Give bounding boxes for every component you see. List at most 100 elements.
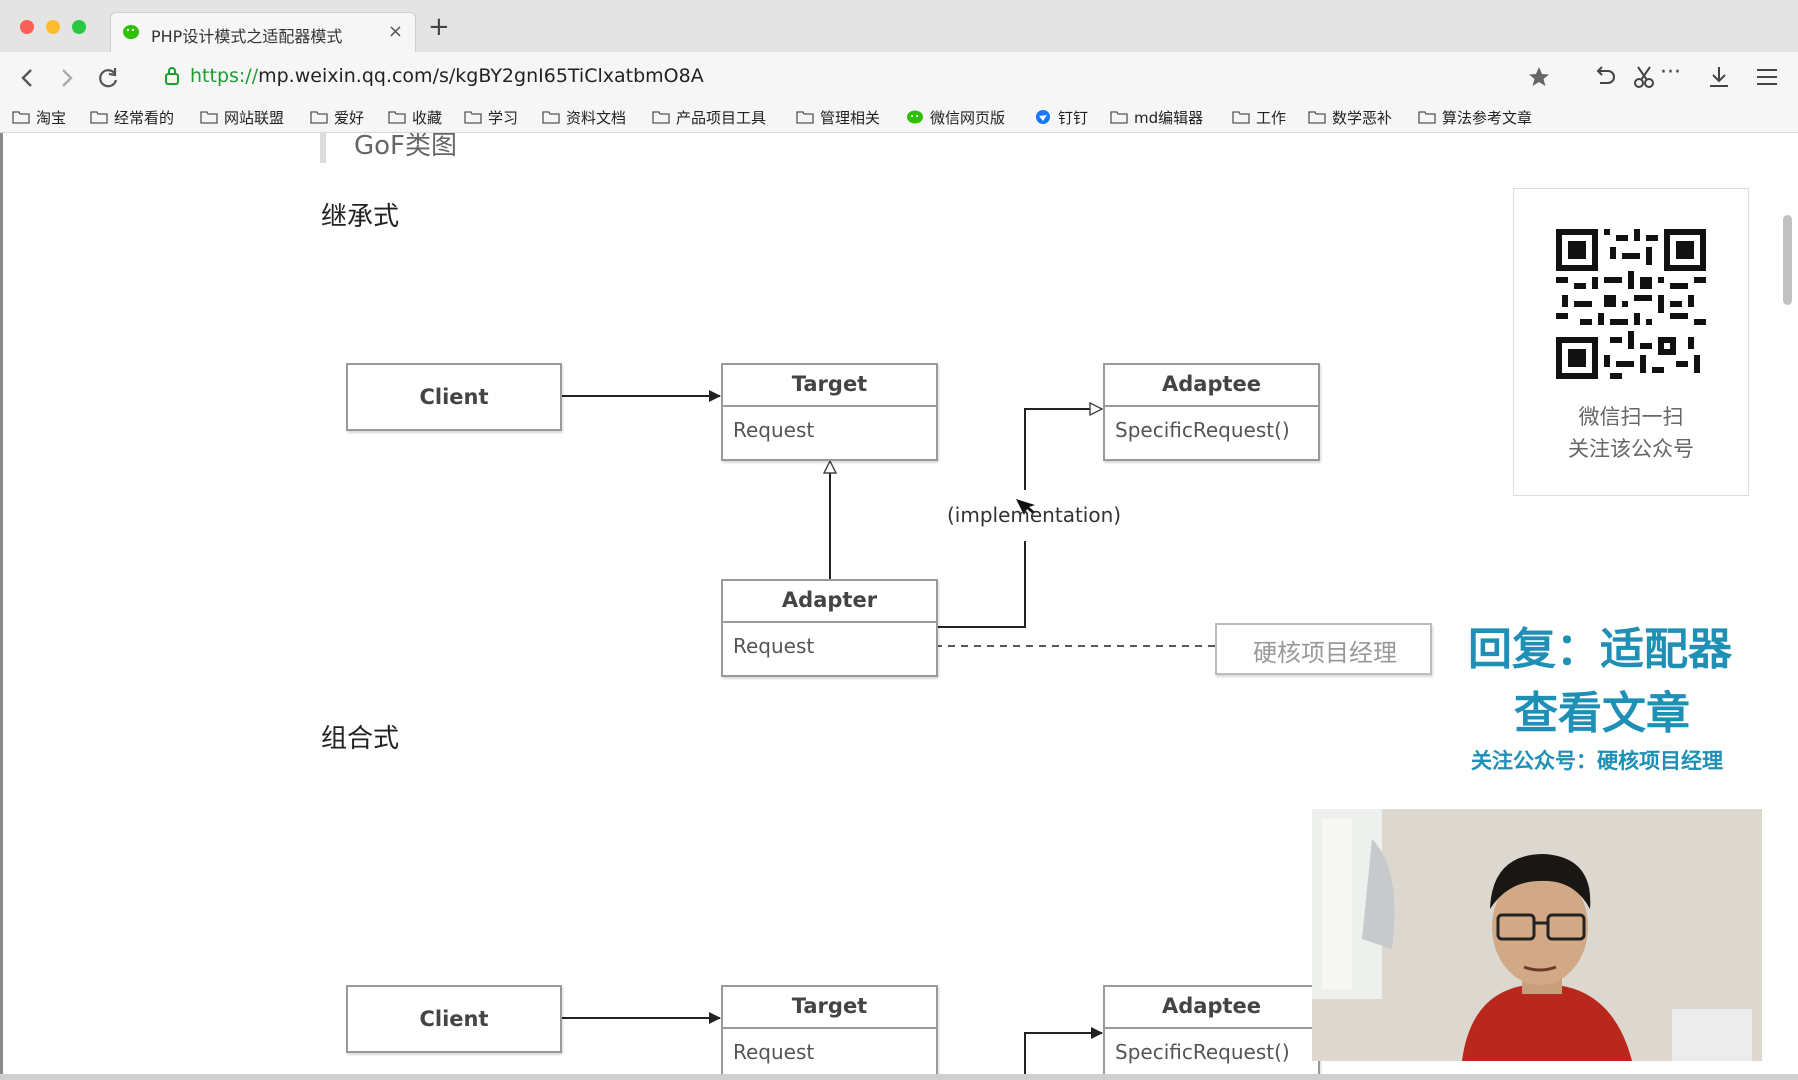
promo-read-text: 查看文章 [1514, 688, 1690, 739]
bookmark-wechat-web[interactable]: 微信网页版 [906, 106, 1005, 128]
wechat-icon [123, 25, 139, 39]
scissors-icon[interactable] [1630, 62, 1660, 92]
bookmark-product-tools[interactable]: 产品项目工具 [652, 106, 766, 128]
section-title-composition: 组合式 [321, 724, 400, 754]
bookmark-label: 学习 [488, 108, 519, 127]
uml-adaptee-box: Adaptee SpecificRequest() [1103, 363, 1320, 461]
tab-title: PHP设计模式之适配器模式 [151, 27, 343, 46]
webcam-video-overlay [1312, 809, 1762, 1061]
folder-icon [1232, 111, 1250, 124]
tab-close-button[interactable]: × [388, 21, 403, 42]
bookmark-often-viewed[interactable]: 经常看的 [90, 106, 174, 128]
uml-note-box: 硬核项目经理 [1215, 623, 1432, 675]
folder-icon [200, 111, 218, 124]
url-path: mp.weixin.qq.com/s/kgBY2gnI65TiClxatbmO8… [258, 65, 704, 87]
more-options-button[interactable]: ··· [1660, 60, 1681, 85]
uml-client-name: Client [419, 1007, 489, 1031]
active-tab[interactable]: PHP设计模式之适配器模式 × [110, 12, 416, 52]
bookmark-label: 资料文档 [566, 108, 627, 127]
folder-icon [1308, 111, 1326, 124]
undo-icon[interactable] [1590, 62, 1620, 92]
uml-target-name: Target [791, 372, 868, 396]
new-tab-button[interactable]: + [428, 14, 450, 40]
forward-icon[interactable] [52, 64, 80, 92]
bookmark-hobbies[interactable]: 爱好 [310, 106, 364, 128]
bookmark-site-alliance[interactable]: 网站联盟 [200, 106, 284, 128]
download-icon[interactable] [1704, 62, 1734, 92]
bookmark-taobao[interactable]: 淘宝 [12, 106, 66, 128]
uml-adapter-box: Adapter Request [721, 579, 938, 677]
promo-reply-text: 回复：适配器 [1468, 624, 1732, 675]
folder-icon [388, 111, 406, 124]
folder-icon [652, 111, 670, 124]
uml-adapter-op: Request [733, 634, 815, 658]
bookmark-label: 产品项目工具 [676, 108, 767, 127]
folder-icon [1110, 111, 1128, 124]
uml-target-name: Target [791, 994, 868, 1018]
promo-follow-text: 关注公众号：硬核项目经理 [1471, 749, 1723, 773]
navigation-toolbar: https://mp.weixin.qq.com/s/kgBY2gnI65TiC… [0, 52, 1798, 102]
uml-adaptee-op: SpecificRequest() [1115, 1040, 1290, 1064]
folder-icon [796, 111, 814, 124]
bookmark-label: 算法参考文章 [1442, 108, 1533, 127]
bookmark-label: 淘宝 [36, 108, 67, 127]
maximize-window-button[interactable] [72, 20, 86, 34]
bookmark-label: 管理相关 [820, 108, 881, 127]
uml-target-op: Request [733, 418, 815, 442]
bookmark-label: 爱好 [334, 108, 365, 127]
bookmark-label: md编辑器 [1134, 108, 1204, 127]
bookmark-label: 工作 [1256, 108, 1287, 127]
url-scheme: https:// [190, 65, 259, 87]
bookmark-label: 微信网页版 [930, 108, 1006, 127]
wechat-icon [907, 110, 923, 124]
folder-icon [542, 111, 560, 124]
vertical-scrollbar[interactable] [1783, 215, 1792, 305]
uml-implementation-label: (implementation) [947, 503, 1122, 527]
folder-icon [464, 111, 482, 124]
star-icon[interactable] [1524, 62, 1554, 92]
bookmark-algorithms[interactable]: 算法参考文章 [1418, 106, 1532, 128]
bookmark-label: 钉钉 [1058, 108, 1089, 127]
bookmark-md-editor[interactable]: md编辑器 [1110, 106, 1203, 128]
qr-code-icon [1556, 229, 1706, 379]
uml-adaptee-name: Adaptee [1161, 372, 1261, 396]
address-bar[interactable]: https://mp.weixin.qq.com/s/kgBY2gnI65TiC… [190, 65, 704, 87]
uml-adapter-name: Adapter [781, 588, 878, 612]
folder-icon [12, 111, 30, 124]
close-window-button[interactable] [20, 20, 34, 34]
minimize-window-button[interactable] [46, 20, 60, 34]
bookmark-work[interactable]: 工作 [1232, 106, 1286, 128]
uml-client-box-2: Client [346, 985, 562, 1053]
uml-client-name: Client [419, 385, 489, 409]
window-left-edge [0, 133, 3, 1080]
uml-target-op: Request [733, 1040, 815, 1064]
qr-caption-line2: 关注该公众号 [1568, 437, 1694, 461]
back-icon[interactable] [14, 64, 42, 92]
qr-caption-line1: 微信扫一扫 [1578, 405, 1684, 429]
bookmark-study[interactable]: 学习 [464, 106, 518, 128]
bookmark-label: 经常看的 [114, 108, 175, 127]
bookmark-favorites[interactable]: 收藏 [388, 106, 442, 128]
bookmark-math[interactable]: 数学恶补 [1308, 106, 1392, 128]
bookmark-dingtalk[interactable]: 钉钉 [1034, 106, 1088, 128]
uml-target-box: Target Request [721, 363, 938, 461]
folder-icon [1418, 111, 1436, 124]
folder-icon [90, 111, 108, 124]
tab-bar: PHP设计模式之适配器模式 × + [0, 0, 1798, 52]
bookmark-label: 网站联盟 [224, 108, 285, 127]
folder-icon [310, 111, 328, 124]
menu-icon[interactable] [1752, 62, 1782, 92]
bookmark-docs[interactable]: 资料文档 [542, 106, 626, 128]
bookmark-management[interactable]: 管理相关 [796, 106, 880, 128]
dingtalk-icon [1036, 110, 1050, 124]
uml-client-box: Client [346, 363, 562, 431]
bookmark-label: 收藏 [412, 108, 443, 127]
bookmark-label: 数学恶补 [1332, 108, 1393, 127]
watermark-text: 硬核项目经理 [1253, 639, 1397, 667]
bookmarks-bar: 淘宝 经常看的 网站联盟 爱好 收藏 学习 资料文档 产品项目工具 管理相关 微… [0, 102, 1798, 133]
article-content: GoF类图 继承式 Client Target Request Adaptee [0, 133, 1798, 1080]
lock-icon [165, 67, 179, 85]
uml-adaptee-box-2: Adaptee SpecificRequest() [1103, 985, 1320, 1080]
uml-adaptee-name: Adaptee [1161, 994, 1261, 1018]
reload-icon[interactable] [94, 64, 122, 92]
